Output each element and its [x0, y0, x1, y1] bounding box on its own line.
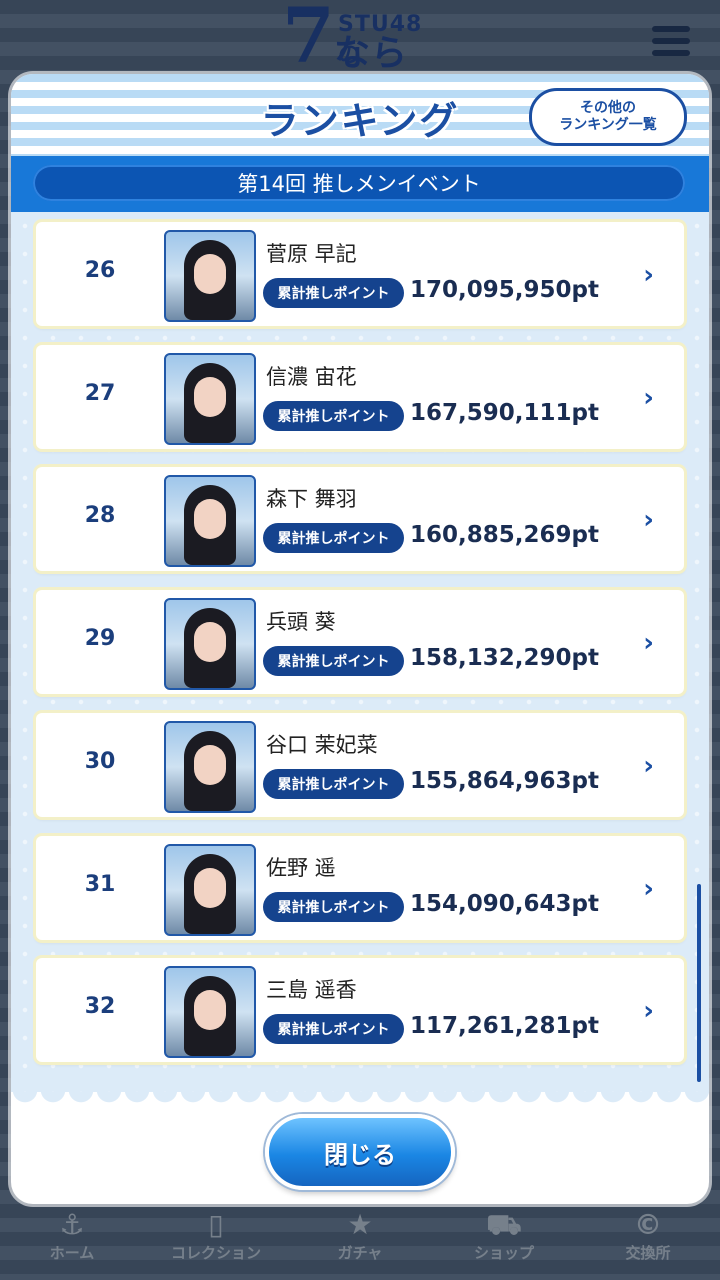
member-photo — [164, 844, 256, 936]
wave-divider — [11, 1092, 709, 1106]
points-value: 155,864,963pt — [410, 768, 599, 794]
chevron-right-icon: › — [643, 874, 654, 904]
chevron-right-icon: › — [643, 751, 654, 781]
member-name: 三島 遥香 — [266, 978, 357, 1002]
rank-number: 32 — [84, 994, 116, 1019]
member-name: 菅原 早記 — [266, 242, 357, 266]
event-band: 第14回 推しメンイベント — [11, 156, 709, 212]
rank-number: 28 — [84, 503, 116, 528]
points-badge: 累計推しポイント — [263, 278, 404, 308]
ranking-row[interactable]: 32 三島 遥香 累計推しポイント 117,261,281pt › — [36, 958, 684, 1062]
ranking-modal: ランキング その他の ランキング一覧 第14回 推しメンイベント 26 菅原 早… — [11, 74, 709, 1204]
points-badge: 累計推しポイント — [263, 646, 404, 676]
rank-number: 27 — [84, 381, 116, 406]
points-value: 170,095,950pt — [410, 277, 599, 303]
points-value: 117,261,281pt — [410, 1013, 599, 1039]
chevron-right-icon: › — [643, 260, 654, 290]
member-name: 谷口 茉妃菜 — [266, 733, 378, 757]
rank-number: 29 — [84, 626, 116, 651]
close-button[interactable]: 閉じる — [265, 1114, 455, 1190]
rank-number: 30 — [84, 749, 116, 774]
ranking-row[interactable]: 30 谷口 茉妃菜 累計推しポイント 155,864,963pt › — [36, 713, 684, 817]
scrollbar[interactable] — [697, 884, 701, 1082]
points-value: 160,885,269pt — [410, 522, 599, 548]
chevron-right-icon: › — [643, 505, 654, 535]
points-badge: 累計推しポイント — [263, 892, 404, 922]
ranking-row[interactable]: 29 兵頭 葵 累計推しポイント 158,132,290pt › — [36, 590, 684, 694]
member-photo — [164, 353, 256, 445]
other-rankings-button[interactable]: その他の ランキング一覧 — [529, 88, 687, 146]
ranking-row[interactable]: 31 佐野 遥 累計推しポイント 154,090,643pt › — [36, 836, 684, 940]
modal-header: ランキング その他の ランキング一覧 — [11, 74, 709, 156]
ranking-list[interactable]: 26 菅原 早記 累計推しポイント 170,095,950pt › 27 信濃 … — [11, 212, 709, 1092]
member-name: 信濃 宙花 — [266, 365, 357, 389]
ranking-row[interactable]: 28 森下 舞羽 累計推しポイント 160,885,269pt › — [36, 467, 684, 571]
member-name: 佐野 遥 — [266, 856, 336, 880]
rank-number: 26 — [84, 258, 116, 283]
chevron-right-icon: › — [643, 628, 654, 658]
points-badge: 累計推しポイント — [263, 769, 404, 799]
points-badge: 累計推しポイント — [263, 523, 404, 553]
member-photo — [164, 475, 256, 567]
points-value: 158,132,290pt — [410, 645, 599, 671]
other-rankings-label-1: その他の — [580, 99, 636, 116]
ranking-row[interactable]: 27 信濃 宙花 累計推しポイント 167,590,111pt › — [36, 345, 684, 449]
chevron-right-icon: › — [643, 383, 654, 413]
event-title: 第14回 推しメンイベント — [33, 165, 685, 201]
member-name: 兵頭 葵 — [266, 610, 336, 634]
chevron-right-icon: › — [643, 996, 654, 1026]
rank-number: 31 — [84, 872, 116, 897]
points-value: 167,590,111pt — [410, 400, 599, 426]
member-photo — [164, 721, 256, 813]
member-photo — [164, 966, 256, 1058]
member-photo — [164, 230, 256, 322]
ranking-row[interactable]: 26 菅原 早記 累計推しポイント 170,095,950pt › — [36, 222, 684, 326]
points-badge: 累計推しポイント — [263, 401, 404, 431]
other-rankings-label-2: ランキング一覧 — [559, 117, 657, 133]
member-name: 森下 舞羽 — [266, 487, 357, 511]
member-photo — [164, 598, 256, 690]
points-value: 154,090,643pt — [410, 891, 599, 917]
points-badge: 累計推しポイント — [263, 1014, 404, 1044]
